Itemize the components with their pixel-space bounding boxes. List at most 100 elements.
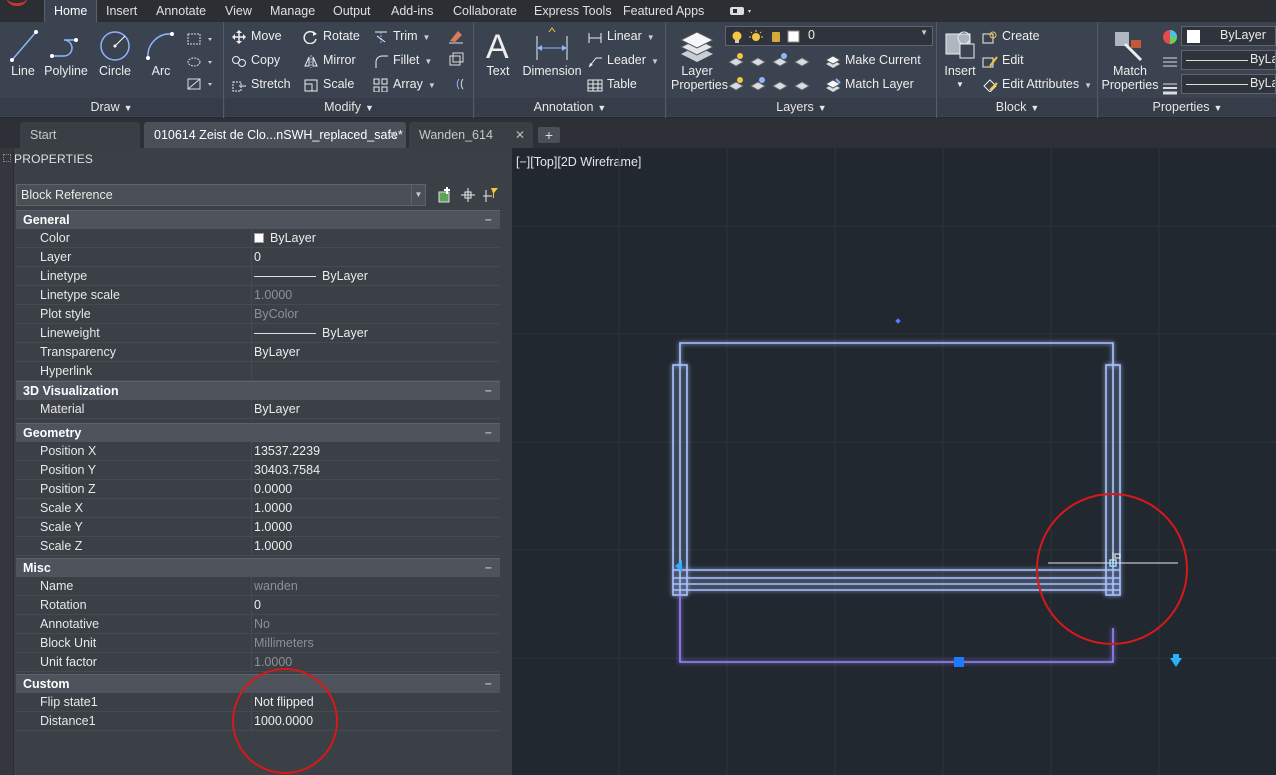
prop-row-name[interactable]: Name wanden <box>16 577 500 596</box>
annotation-panel-title[interactable]: Annotation ▼ <box>475 98 665 116</box>
prop-row-lineweight[interactable]: Lineweight ByLayer <box>16 324 500 343</box>
text-button[interactable]: A Text <box>481 26 515 78</box>
drawing-svg <box>512 148 1276 775</box>
make-current-button[interactable]: Make Current <box>825 50 921 70</box>
collapse-icon: − <box>484 213 492 227</box>
tab-output[interactable]: Output <box>324 0 380 22</box>
tab-view[interactable]: View <box>216 0 261 22</box>
rotate-button[interactable]: Rotate <box>303 26 360 46</box>
app-menu-button[interactable] <box>0 0 42 22</box>
tab-insert[interactable]: Insert <box>97 0 146 22</box>
tab-featured-apps[interactable]: Featured Apps <box>614 0 713 22</box>
polyline-button[interactable]: Polyline <box>42 26 90 78</box>
prop-row-transparency[interactable]: Transparency ByLayer <box>16 343 500 362</box>
prop-row-scale-z[interactable]: Scale Z 1.0000 <box>16 537 500 556</box>
offset-icon[interactable] <box>447 76 465 92</box>
prop-row-unit-factor[interactable]: Unit factor 1.0000 <box>16 653 500 672</box>
grip-icon <box>3 154 11 162</box>
select-objects-icon[interactable] <box>459 186 477 204</box>
modify-panel-title[interactable]: Modify ▼ <box>225 98 473 116</box>
leader-button[interactable]: Leader ▼ <box>587 50 659 70</box>
tab-home[interactable]: Home <box>44 0 98 22</box>
draw-panel-title[interactable]: Draw ▼ <box>0 98 223 116</box>
layers-panel-title[interactable]: Layers ▼ <box>667 98 936 116</box>
erase-icon[interactable] <box>447 28 465 44</box>
prop-row-rotation[interactable]: Rotation 0 <box>16 596 500 615</box>
annotation-panel: A Text Dimension Linear ▼ Leader ▼ Table A… <box>475 22 666 118</box>
scale-icon <box>304 79 318 92</box>
scale-button[interactable]: Scale <box>303 74 354 94</box>
tab-add-ins[interactable]: Add-ins <box>382 0 442 22</box>
doc-tab-active-drawing[interactable]: 010614 Zeist de Clo...nSWH_replaced_safe… <box>144 122 406 148</box>
ribbon-options-button[interactable] <box>728 4 756 18</box>
arc-button[interactable]: Arc <box>142 26 180 78</box>
table-button[interactable]: Table <box>587 74 637 94</box>
prop-row-block-unit[interactable]: Block Unit Millimeters <box>16 634 500 653</box>
lineweight-dropdown[interactable]: ByLay <box>1181 74 1276 94</box>
prop-row-hyperlink[interactable]: Hyperlink <box>16 362 500 381</box>
create-block-button[interactable]: Create <box>982 26 1040 46</box>
annotation-circle-properties <box>232 668 338 774</box>
tab-annotate[interactable]: Annotate <box>147 0 215 22</box>
mirror-button[interactable]: Mirror <box>303 50 356 70</box>
modify-panel: Move Rotate Trim ▼ Copy Mirror Fillet ▼ St… <box>225 22 474 118</box>
lineweight-preview <box>254 333 316 335</box>
category-misc[interactable]: Misc − <box>16 558 500 577</box>
create-block-icon <box>982 31 997 44</box>
close-tab-icon[interactable]: ✕ <box>388 122 398 148</box>
prop-row-annotative[interactable]: Annotative No <box>16 615 500 634</box>
toggle-pickadd-icon[interactable] <box>436 186 454 204</box>
category-geometry[interactable]: Geometry − <box>16 423 500 442</box>
layer-dropdown[interactable]: 0 ▼ <box>725 26 933 46</box>
prop-row-layer[interactable]: Layer 0 <box>16 248 500 267</box>
explode-icon[interactable] <box>447 52 465 68</box>
leader-icon <box>588 57 602 68</box>
prop-row-scale-x[interactable]: Scale X 1.0000 <box>16 499 500 518</box>
stretch-button[interactable]: Stretch <box>231 74 291 94</box>
edit-block-button[interactable]: Edit <box>982 50 1024 70</box>
draw-extra-tools[interactable] <box>186 30 220 94</box>
quick-select-icon[interactable] <box>482 186 500 204</box>
prop-row-position-z[interactable]: Position Z 0.0000 <box>16 480 500 499</box>
prop-row-plot-style[interactable]: Plot style ByColor <box>16 305 500 324</box>
move-button[interactable]: Move <box>231 26 282 46</box>
prop-row-color[interactable]: Color ByLayer <box>16 229 500 248</box>
fillet-button[interactable]: Fillet ▼ <box>373 50 432 70</box>
toggle-icon <box>730 7 751 15</box>
prop-row-scale-y[interactable]: Scale Y 1.0000 <box>16 518 500 537</box>
category-3d-visualization[interactable]: 3D Visualization − <box>16 381 500 400</box>
color-dropdown[interactable]: ByLayer <box>1181 26 1276 46</box>
circle-button[interactable]: Circle <box>94 26 136 78</box>
edit-attributes-button[interactable]: Edit Attributes ▼ <box>982 74 1092 94</box>
category-general[interactable]: General − <box>16 210 500 229</box>
linear-button[interactable]: Linear ▼ <box>587 26 655 46</box>
new-tab-button[interactable]: + <box>538 127 560 143</box>
properties-panel-title[interactable]: Properties ▼ <box>1099 98 1276 116</box>
line-button[interactable]: Line <box>6 26 40 78</box>
match-layer-button[interactable]: Match Layer <box>825 74 914 94</box>
tab-express-tools[interactable]: Express Tools <box>525 0 621 22</box>
palette-title-strip[interactable] <box>0 148 14 775</box>
properties-grid: General − Color ByLayer Layer 0 Linetype ByL… <box>16 210 500 731</box>
object-type-dropdown[interactable]: Block Reference ▼ <box>16 184 426 206</box>
trim-button[interactable]: Trim ▼ <box>373 26 430 46</box>
linetype-dropdown[interactable]: ByLay <box>1181 50 1276 70</box>
doc-tab-wanden[interactable]: Wanden_614 ✕ <box>409 122 533 148</box>
prop-row-linetype-scale[interactable]: Linetype scale 1.0000 <box>16 286 500 305</box>
insert-block-button[interactable]: Insert ▼ <box>940 26 980 92</box>
doc-tab-start[interactable]: Start <box>20 122 140 148</box>
match-properties-button[interactable]: Match Properties <box>1101 26 1159 92</box>
dimension-button[interactable]: Dimension <box>521 26 583 78</box>
tab-collaborate[interactable]: Collaborate <box>444 0 526 22</box>
prop-row-position-x[interactable]: Position X 13537.2239 <box>16 442 500 461</box>
close-tab-icon[interactable]: ✕ <box>515 122 525 148</box>
tab-manage[interactable]: Manage <box>261 0 324 22</box>
drawing-canvas[interactable]: [−][Top][2D Wireframe] <box>512 148 1276 775</box>
block-panel-title[interactable]: Block ▼ <box>938 98 1097 116</box>
prop-row-linetype[interactable]: Linetype ByLayer <box>16 267 500 286</box>
prop-row-material[interactable]: Material ByLayer <box>16 400 500 419</box>
copy-button[interactable]: Copy <box>231 50 280 70</box>
prop-row-position-y[interactable]: Position Y 30403.7584 <box>16 461 500 480</box>
array-button[interactable]: Array ▼ <box>373 74 436 94</box>
layer-properties-button[interactable]: Layer Properties <box>671 26 728 92</box>
